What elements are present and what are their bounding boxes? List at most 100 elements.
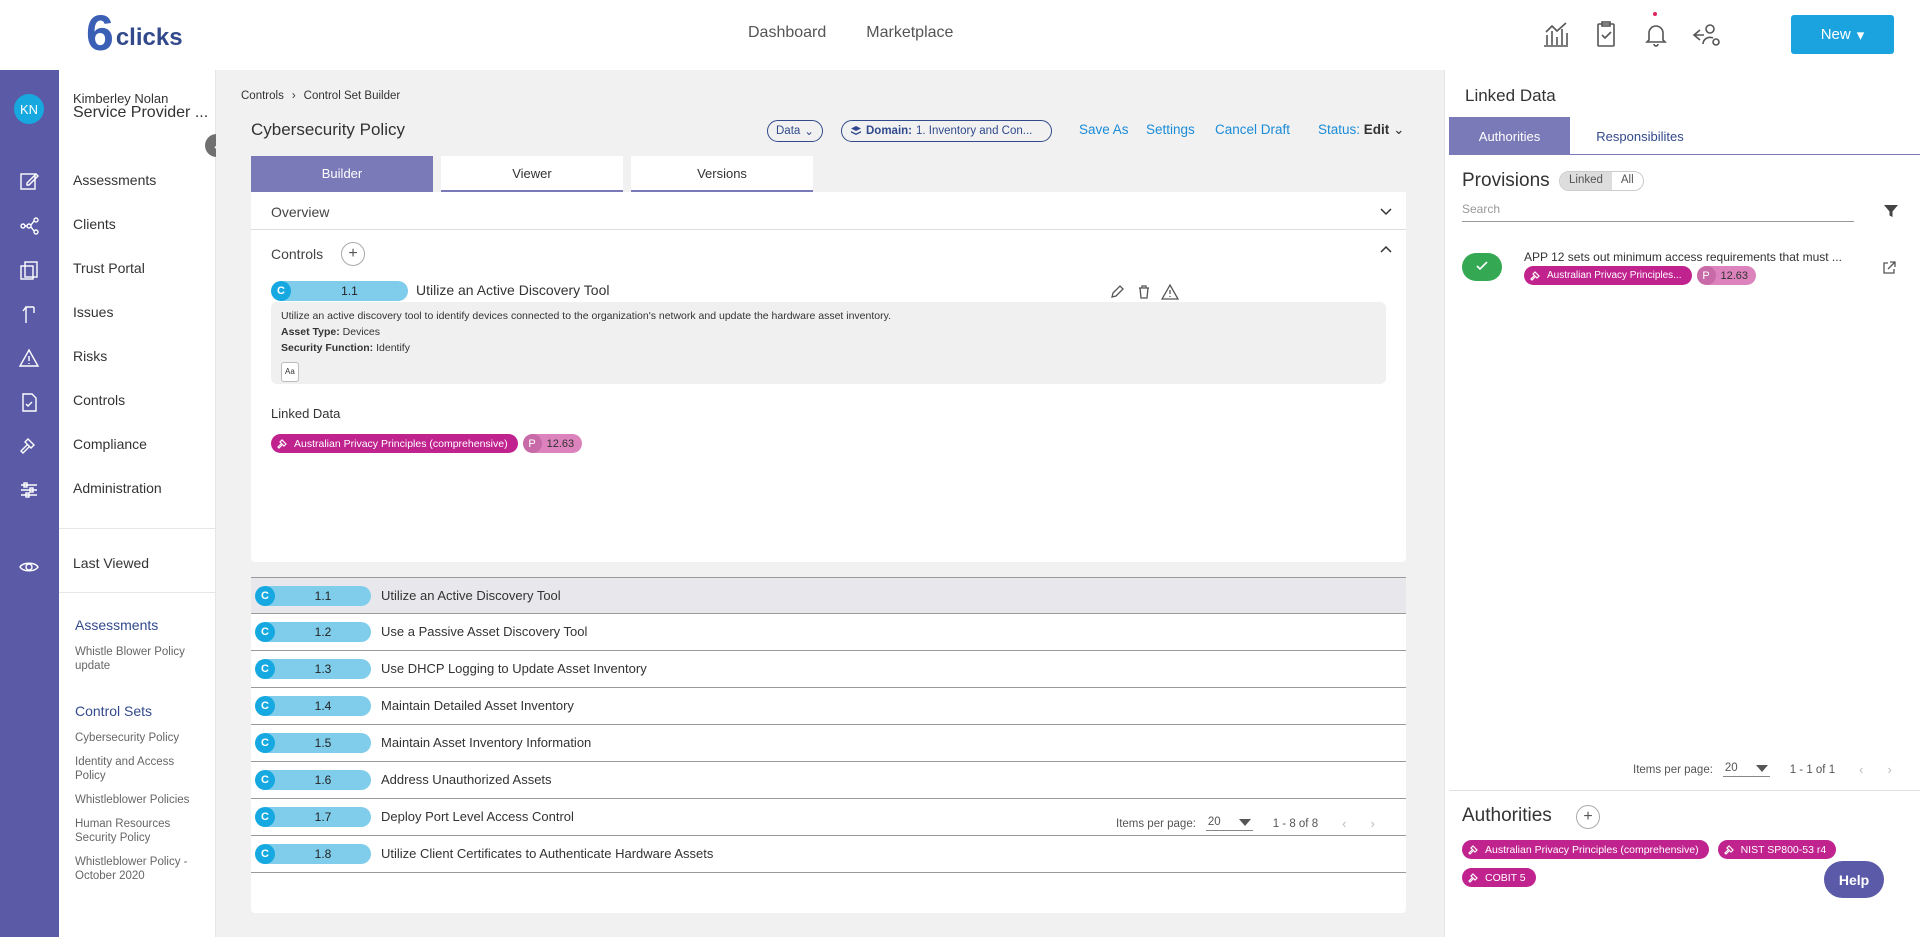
sidebar-item-trust-portal[interactable]: Trust Portal	[73, 260, 145, 276]
sidebar-item-clients[interactable]: Clients	[73, 216, 116, 232]
authority-tag-label: Australian Privacy Principles (comprehen…	[294, 437, 508, 450]
builder-card: Overview Controls + C 1.1 Utilize an Act…	[251, 192, 1406, 562]
items-per-page-select[interactable]: 20	[1205, 816, 1253, 831]
settings-button[interactable]: Settings	[1146, 122, 1195, 137]
authority-tag-label: NIST SP800-53 r4	[1740, 843, 1827, 856]
recent-control-set-link[interactable]: Cybersecurity Policy	[75, 731, 200, 745]
data-dropdown[interactable]: Data ⌄	[767, 120, 823, 142]
text-format-button[interactable]: Aa	[281, 362, 299, 382]
authority-tag[interactable]: NIST SP800-53 r4	[1717, 840, 1837, 859]
list-item[interactable]: C 1.1 Utilize an Active Discovery Tool	[251, 577, 1406, 614]
provision-badge: P	[1696, 266, 1716, 285]
control-badge: C 1.2	[255, 622, 371, 642]
tab-builder[interactable]: Builder	[251, 156, 433, 192]
recent-control-set-link[interactable]: Whistleblower Policies	[75, 793, 200, 807]
list-item[interactable]: C 1.2 Use a Passive Asset Discovery Tool	[251, 614, 1406, 651]
prev-page-icon[interactable]: ‹	[1859, 762, 1863, 777]
document-check-icon[interactable]	[18, 391, 40, 413]
plus-icon: +	[1583, 808, 1593, 825]
linked-all-toggle[interactable]: Linked All	[1559, 171, 1644, 191]
recent-control-set-link[interactable]: Whistleblower Policy - October 2020	[75, 855, 200, 883]
next-page-icon[interactable]: ›	[1370, 816, 1374, 831]
authority-tag[interactable]: COBIT 5	[1462, 868, 1536, 887]
control-badge: C 1.4	[255, 696, 371, 716]
warning-icon[interactable]	[1160, 283, 1180, 301]
add-control-button[interactable]: +	[341, 242, 365, 266]
portal-icon[interactable]	[18, 259, 40, 281]
tab-authorities[interactable]: Authorities	[1449, 117, 1570, 155]
external-link-icon[interactable]	[1881, 260, 1897, 276]
add-authority-button[interactable]: +	[1576, 805, 1600, 829]
sidebar-item-issues[interactable]: Issues	[73, 304, 113, 320]
nav-marketplace[interactable]: Marketplace	[866, 24, 953, 42]
bell-icon[interactable]	[1640, 18, 1672, 50]
authority-tag-label: Australian Privacy Principles...	[1547, 270, 1682, 281]
avatar[interactable]: KN	[14, 94, 44, 124]
list-item[interactable]: C 1.8 Utilize Client Certificates to Auth…	[251, 836, 1406, 873]
recent-assessment-link[interactable]: Whistle Blower Policy update	[75, 645, 200, 673]
warning-icon[interactable]	[18, 347, 40, 369]
sidebar-item-administration[interactable]: Administration	[73, 480, 162, 496]
breadcrumb: Controls › Control Set Builder	[241, 90, 400, 102]
share-settings-icon[interactable]	[1690, 18, 1722, 50]
provision-value: 12.63	[546, 437, 575, 450]
cancel-draft-button[interactable]: Cancel Draft	[1215, 122, 1290, 137]
sidebar-item-risks[interactable]: Risks	[73, 348, 107, 364]
tab-viewer[interactable]: Viewer	[441, 156, 623, 192]
issues-icon[interactable]	[18, 303, 40, 325]
breadcrumb-controls[interactable]: Controls	[241, 90, 284, 102]
authority-tag[interactable]: Australian Privacy Principles...	[1524, 266, 1692, 285]
new-button-label: New	[1820, 26, 1851, 43]
eye-icon[interactable]	[18, 556, 40, 578]
pencil-icon[interactable]	[1109, 284, 1125, 300]
save-as-button[interactable]: Save As	[1079, 122, 1129, 137]
tab-responsibilities[interactable]: Responsibilites	[1570, 117, 1710, 155]
nav-dashboard[interactable]: Dashboard	[748, 24, 826, 42]
sidebar-item-assessments[interactable]: Assessments	[73, 172, 156, 188]
filter-icon[interactable]	[1883, 203, 1899, 219]
provision-tag[interactable]: P 12.63	[522, 434, 583, 453]
tab-versions[interactable]: Versions	[631, 156, 813, 192]
prev-page-icon[interactable]: ‹	[1342, 816, 1346, 831]
provision-tag[interactable]: P 12.63	[1696, 266, 1757, 285]
help-button[interactable]: Help	[1824, 861, 1884, 898]
list-item[interactable]: C 1.6 Address Unauthorized Assets	[251, 762, 1406, 799]
gavel-icon[interactable]	[18, 435, 40, 457]
list-item[interactable]: C 1.4 Maintain Detailed Asset Inventory	[251, 688, 1406, 725]
chevron-down-icon[interactable]	[1380, 205, 1392, 217]
next-page-icon[interactable]: ›	[1887, 762, 1891, 777]
chevron-up-icon[interactable]	[1380, 244, 1392, 256]
new-button[interactable]: New ▾	[1791, 15, 1894, 54]
user-org[interactable]: Service Provider ...	[73, 104, 208, 122]
sidebar-item-last-viewed[interactable]: Last Viewed	[73, 555, 149, 571]
toggle-linked[interactable]: Linked	[1560, 172, 1612, 190]
overview-section[interactable]: Overview	[251, 192, 1406, 230]
items-per-page-select[interactable]: 20	[1722, 762, 1770, 777]
linked-check-toggle[interactable]	[1462, 253, 1502, 281]
page-title: Cybersecurity Policy	[251, 120, 405, 139]
status-dropdown[interactable]: Status: Edit ⌄	[1318, 122, 1404, 138]
edit-icon[interactable]	[18, 170, 40, 192]
list-item[interactable]: C 1.5 Maintain Asset Inventory Informatio…	[251, 725, 1406, 762]
recent-control-set-link[interactable]: Identity and Access Policy	[75, 755, 200, 783]
toggle-all[interactable]: All	[1612, 172, 1643, 190]
analytics-icon[interactable]	[1540, 18, 1572, 50]
sidebar-item-controls[interactable]: Controls	[73, 392, 125, 408]
side-nav: Kimberley Nolan Service Provider ... Ass…	[59, 70, 216, 937]
sliders-icon[interactable]	[18, 479, 40, 501]
list-item[interactable]: C 1.3 Use DHCP Logging to Update Asset In…	[251, 651, 1406, 688]
gavel-icon	[1723, 844, 1736, 856]
trash-icon[interactable]	[1136, 284, 1152, 300]
6clicks-logo[interactable]: 6 clicks	[86, 8, 183, 58]
main-content: Controls › Control Set Builder Cybersecu…	[216, 70, 1444, 937]
authority-tag[interactable]: Australian Privacy Principles (comprehen…	[271, 434, 518, 453]
sidebar-item-compliance[interactable]: Compliance	[73, 436, 147, 452]
security-function-value: Identify	[376, 342, 410, 354]
control-number: 1.2	[314, 625, 332, 639]
clipboard-check-icon[interactable]	[1590, 18, 1622, 50]
provisions-search-input[interactable]: Search	[1462, 200, 1854, 222]
domain-dropdown[interactable]: Domain: 1. Inventory and Con...	[841, 120, 1052, 142]
network-icon[interactable]	[18, 215, 40, 237]
authority-tag[interactable]: Australian Privacy Principles (comprehen…	[1462, 840, 1709, 859]
recent-control-set-link[interactable]: Human Resources Security Policy	[75, 817, 200, 845]
